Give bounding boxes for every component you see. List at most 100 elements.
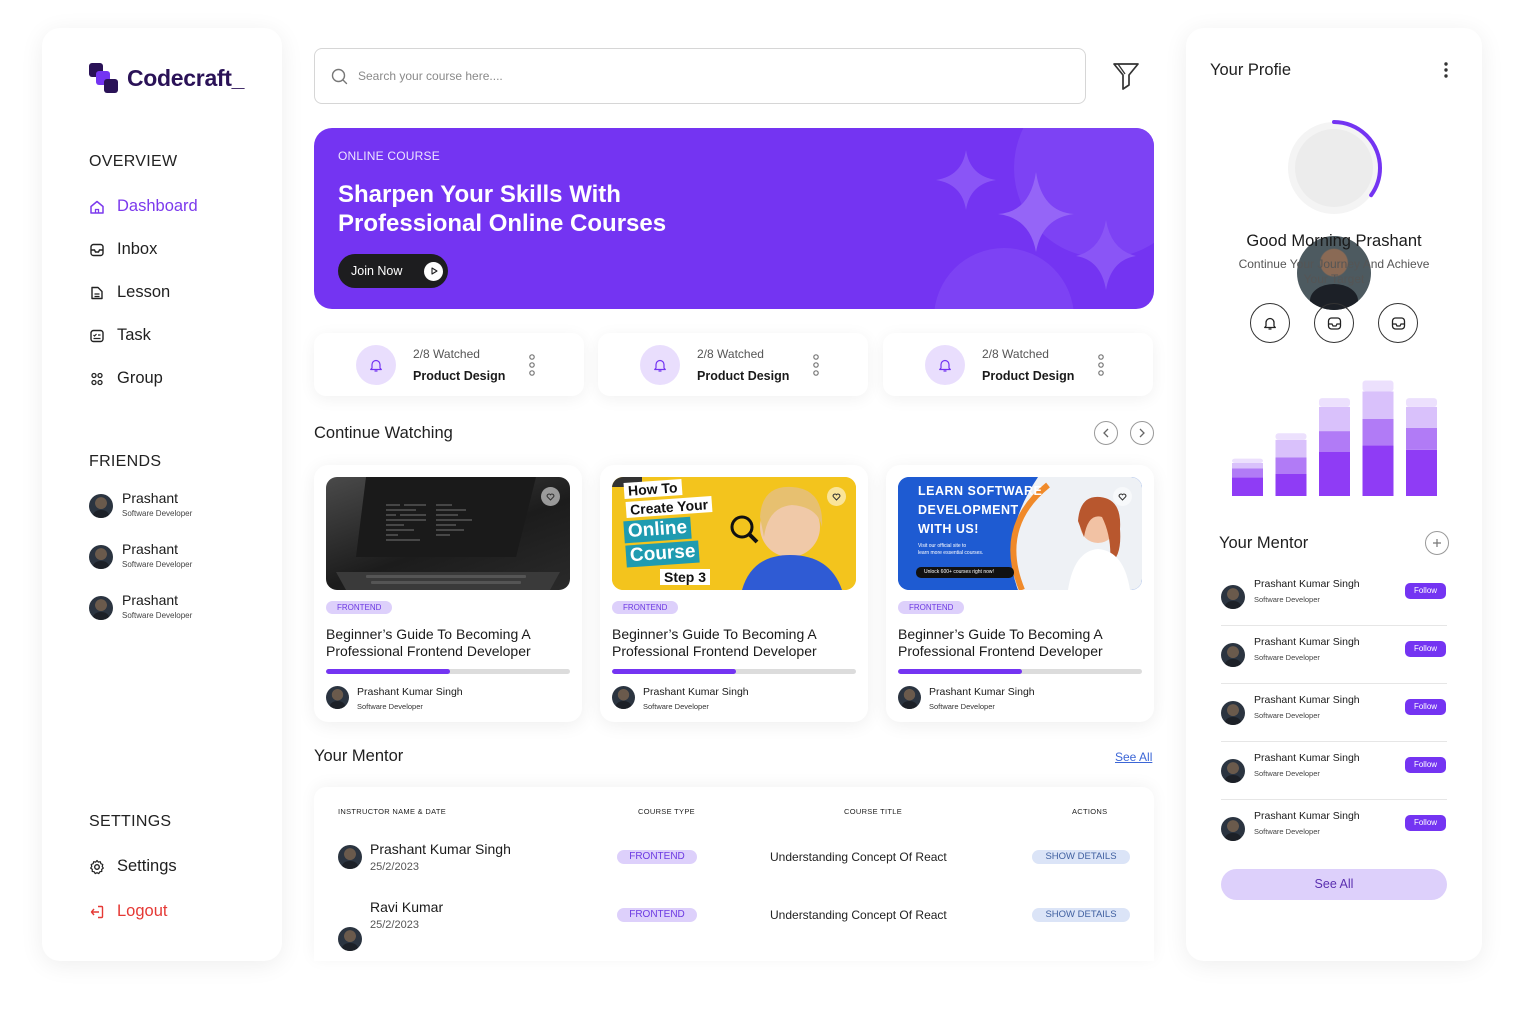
mentor-table-heading: Your Mentor — [314, 747, 404, 765]
more-vertical-icon[interactable] — [527, 353, 537, 377]
mentor-name: Prashant Kumar Singh — [1254, 694, 1360, 706]
friend-name: Prashant — [122, 592, 179, 608]
nav-label-dashboard: Dashboard — [117, 197, 198, 215]
watch-stat-card[interactable]: 2/8 Watched Product Design — [314, 333, 584, 396]
course-card[interactable]: FRONTEND Beginner’s Guide To Becoming A … — [314, 465, 582, 722]
nav-item-settings[interactable]: Settings — [89, 857, 177, 876]
mentor-name: Prashant Kumar Singh — [1254, 578, 1360, 590]
search-input[interactable] — [358, 69, 958, 83]
nav-item-inbox[interactable]: Inbox — [89, 240, 157, 259]
notification-button[interactable] — [1250, 303, 1290, 343]
course-thumbnail: LEARN SOFTWARE DEVELOPMENT WITH US! Visi… — [898, 477, 1142, 590]
avatar — [89, 596, 113, 620]
favorite-button[interactable] — [541, 487, 560, 506]
nav-item-task[interactable]: Task — [89, 326, 151, 345]
avatar — [1221, 585, 1245, 609]
search-bar[interactable] — [314, 48, 1086, 104]
messages-button[interactable] — [1378, 303, 1418, 343]
follow-button[interactable]: Follow — [1405, 699, 1446, 715]
friend-role: Software Developer — [122, 560, 193, 569]
join-now-button[interactable]: Join Now — [338, 254, 448, 288]
inbox-button[interactable] — [1314, 303, 1354, 343]
course-progress — [612, 669, 856, 674]
filter-button[interactable] — [1112, 60, 1140, 92]
nav-item-group[interactable]: Group — [89, 369, 163, 388]
favorite-button[interactable] — [827, 487, 846, 506]
more-vertical-icon[interactable] — [1442, 61, 1450, 79]
follow-button[interactable]: Follow — [1405, 757, 1446, 773]
course-author[interactable]: Prashant Kumar Singh Software Developer — [326, 686, 463, 711]
instructor-name: Prashant Kumar Singh — [370, 841, 511, 857]
see-all-link[interactable]: See All — [1115, 750, 1152, 764]
nav-item-lesson[interactable]: Lesson — [89, 283, 170, 302]
avatar — [1221, 817, 1245, 841]
table-header: COURSE TITLE — [844, 807, 903, 816]
course-progress — [326, 669, 570, 674]
logout-button[interactable]: Logout — [89, 902, 167, 921]
nav-item-dashboard[interactable]: Dashboard — [89, 197, 198, 216]
profile-panel: Your Profie Good Morning Prashant Contin… — [1186, 28, 1482, 961]
prev-button[interactable] — [1094, 421, 1118, 445]
next-button[interactable] — [1130, 421, 1154, 445]
codecraft-logo-icon — [89, 63, 118, 93]
follow-button[interactable]: Follow — [1405, 583, 1446, 599]
logout-icon — [90, 905, 104, 918]
course-title: Beginner’s Guide To Becoming A Professio… — [612, 626, 817, 659]
heart-icon — [1118, 493, 1127, 501]
table-header: INSTRUCTOR NAME & DATE — [338, 807, 446, 816]
add-mentor-button[interactable] — [1425, 531, 1449, 555]
nav-label-settings: Settings — [117, 857, 177, 875]
sidebar: Codecraft_ OVERVIEW Dashboard Inbox Less… — [42, 28, 282, 961]
plus-icon — [1433, 539, 1441, 547]
avatar — [898, 686, 921, 709]
greeting: Good Morning Prashant — [1246, 232, 1422, 250]
bell-icon — [1264, 317, 1276, 330]
course-progress-fill — [326, 669, 451, 674]
avatar — [338, 845, 362, 869]
favorite-button[interactable] — [1113, 487, 1132, 506]
watch-stat-card[interactable]: 2/8 Watched Product Design — [883, 333, 1153, 396]
course-title: Beginner’s Guide To Becoming A Professio… — [898, 626, 1103, 659]
watch-stat-card[interactable]: 2/8 Watched Product Design — [598, 333, 868, 396]
course-type-badge: FRONTEND — [617, 908, 697, 922]
follow-button[interactable]: Follow — [1405, 641, 1446, 657]
show-details-button[interactable]: SHOW DETAILS — [1032, 908, 1130, 922]
course-author[interactable]: Prashant Kumar Singh Software Developer — [898, 686, 1035, 711]
friend-role: Software Developer — [122, 611, 193, 620]
more-vertical-icon[interactable] — [811, 353, 821, 377]
table-header: COURSE TYPE — [638, 807, 695, 816]
friend-item[interactable]: Prashant Software Developer — [89, 592, 192, 620]
promo-banner: ONLINE COURSE Sharpen Your Skills With P… — [314, 128, 1154, 309]
see-all-mentors-button[interactable]: See All — [1221, 869, 1447, 900]
chart-bar-segment — [1319, 398, 1350, 407]
chart-bar-segment — [1362, 445, 1394, 496]
course-progress — [898, 669, 1142, 674]
chart-bar-segment — [1319, 431, 1350, 452]
course-card[interactable]: How To Create Your Online Course Step 3 … — [600, 465, 868, 722]
profile-progress-ring — [1284, 118, 1384, 310]
continue-watching-heading: Continue Watching — [314, 424, 453, 442]
gear-icon — [90, 859, 104, 874]
table-header: ACTIONS — [1072, 807, 1108, 816]
greeting-subtitle: Continue Your Journey And Achieve Your T… — [1238, 257, 1430, 286]
stat-title: Product Design — [413, 369, 506, 383]
course-card[interactable]: LEARN SOFTWARE DEVELOPMENT WITH US! Visi… — [886, 465, 1154, 722]
mentor-name: Prashant Kumar Singh — [1254, 636, 1360, 648]
course-type-badge: FRONTEND — [617, 850, 697, 864]
avatar — [1221, 643, 1245, 667]
friend-item[interactable]: Prashant Software Developer — [89, 490, 192, 518]
course-title-cell: Understanding Concept Of React — [770, 908, 947, 922]
chart-bar-segment — [1275, 457, 1307, 474]
follow-button[interactable]: Follow — [1405, 815, 1446, 831]
course-author[interactable]: Prashant Kumar Singh Software Developer — [612, 686, 749, 711]
brand-logo[interactable]: Codecraft_ — [89, 63, 244, 93]
stat-watched: 2/8 Watched — [413, 347, 480, 361]
group-icon — [91, 372, 103, 385]
avatar — [612, 686, 635, 709]
chart-bar-segment — [1362, 391, 1394, 419]
message-icon — [1391, 316, 1405, 330]
more-vertical-icon[interactable] — [1096, 353, 1106, 377]
show-details-button[interactable]: SHOW DETAILS — [1032, 850, 1130, 864]
friend-item[interactable]: Prashant Software Developer — [89, 541, 192, 569]
course-thumbnail — [326, 477, 570, 590]
